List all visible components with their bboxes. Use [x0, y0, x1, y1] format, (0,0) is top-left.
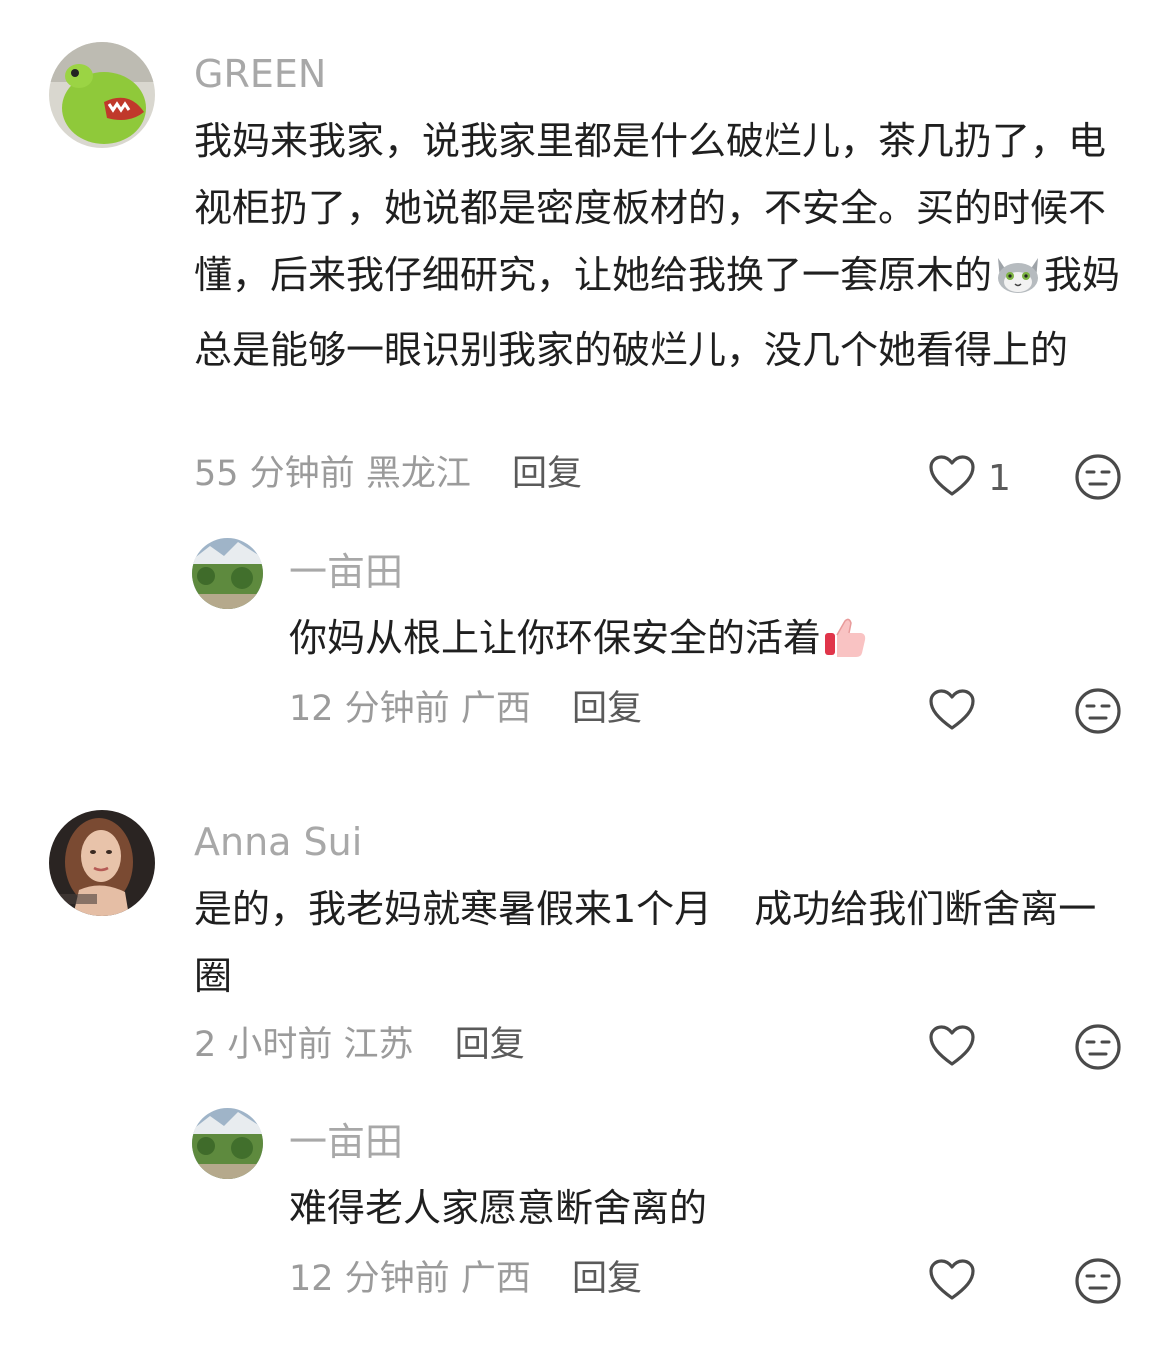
comment-text-part: 是的，我老妈就寒暑假来1个月: [194, 887, 713, 931]
reply-button[interactable]: 回复: [572, 1259, 642, 1299]
avatar[interactable]: [192, 538, 263, 609]
comment-location: 黑龙江: [365, 454, 471, 494]
comment-username[interactable]: GREEN: [194, 52, 326, 96]
neutral-face-icon: [1074, 1024, 1122, 1075]
comment-text: 是的，我老妈就寒暑假来1个月 成功给我们断舍离一圈: [194, 876, 1124, 1010]
dislike-button[interactable]: [1074, 1257, 1122, 1309]
comment-username[interactable]: Anna Sui: [194, 820, 362, 864]
reply-time: 12 分钟前: [289, 689, 450, 729]
heart-outline-icon: [928, 1258, 976, 1306]
neutral-face-icon: [1074, 454, 1122, 505]
like-button[interactable]: [928, 688, 976, 736]
cat-face-emoji: [992, 250, 1044, 317]
like-count: 1: [988, 457, 1011, 499]
neutral-face-icon: [1074, 1258, 1122, 1309]
reply-button[interactable]: 回复: [572, 689, 642, 729]
like-button[interactable]: 1: [928, 454, 1011, 502]
like-button[interactable]: [928, 1024, 976, 1072]
comment-text-part: 我妈来我家，说我家里都是什么破烂儿，茶几扔了，电视柜扔了，她说都是密度板材的，不…: [194, 119, 1107, 297]
comment-time: 55 分钟前: [194, 454, 355, 494]
reply-button[interactable]: 回复: [455, 1025, 525, 1065]
comment-text: 我妈来我家，说我家里都是什么破烂儿，茶几扔了，电视柜扔了，她说都是密度板材的，不…: [194, 108, 1124, 384]
reply-username[interactable]: 一亩田: [289, 1120, 403, 1164]
heart-outline-icon: [928, 1024, 976, 1072]
avatar[interactable]: [49, 42, 155, 148]
heart-outline-icon: [928, 454, 976, 502]
dislike-button[interactable]: [1074, 1023, 1122, 1075]
reply-location: 广西: [460, 1259, 531, 1299]
reply-location: 广西: [460, 689, 531, 729]
dislike-button[interactable]: [1074, 687, 1122, 739]
heart-outline-icon: [928, 688, 976, 736]
dislike-button[interactable]: [1074, 453, 1122, 505]
neutral-face-icon: [1074, 688, 1122, 739]
reply-text: 你妈从根上让你环保安全的活着: [289, 605, 1119, 680]
comment-meta: 55 分钟前 黑龙江 回复: [194, 453, 582, 495]
like-button[interactable]: [928, 1258, 976, 1306]
comment-location: 江苏: [343, 1025, 414, 1065]
reply-meta: 12 分钟前 广西 回复: [289, 688, 642, 730]
thumbs-up-emoji: [821, 613, 869, 680]
reply-button[interactable]: 回复: [512, 454, 582, 494]
reply-meta: 12 分钟前 广西 回复: [289, 1258, 642, 1300]
reply-text-part: 你妈从根上让你环保安全的活着: [289, 616, 822, 660]
avatar[interactable]: [192, 1108, 263, 1179]
comment-time: 2 小时前: [194, 1025, 333, 1065]
reply-username[interactable]: 一亩田: [289, 550, 403, 594]
comment-meta: 2 小时前 江苏 回复: [194, 1024, 525, 1066]
avatar[interactable]: [49, 810, 155, 916]
reply-text: 难得老人家愿意断舍离的: [289, 1186, 708, 1230]
reply-time: 12 分钟前: [289, 1259, 450, 1299]
